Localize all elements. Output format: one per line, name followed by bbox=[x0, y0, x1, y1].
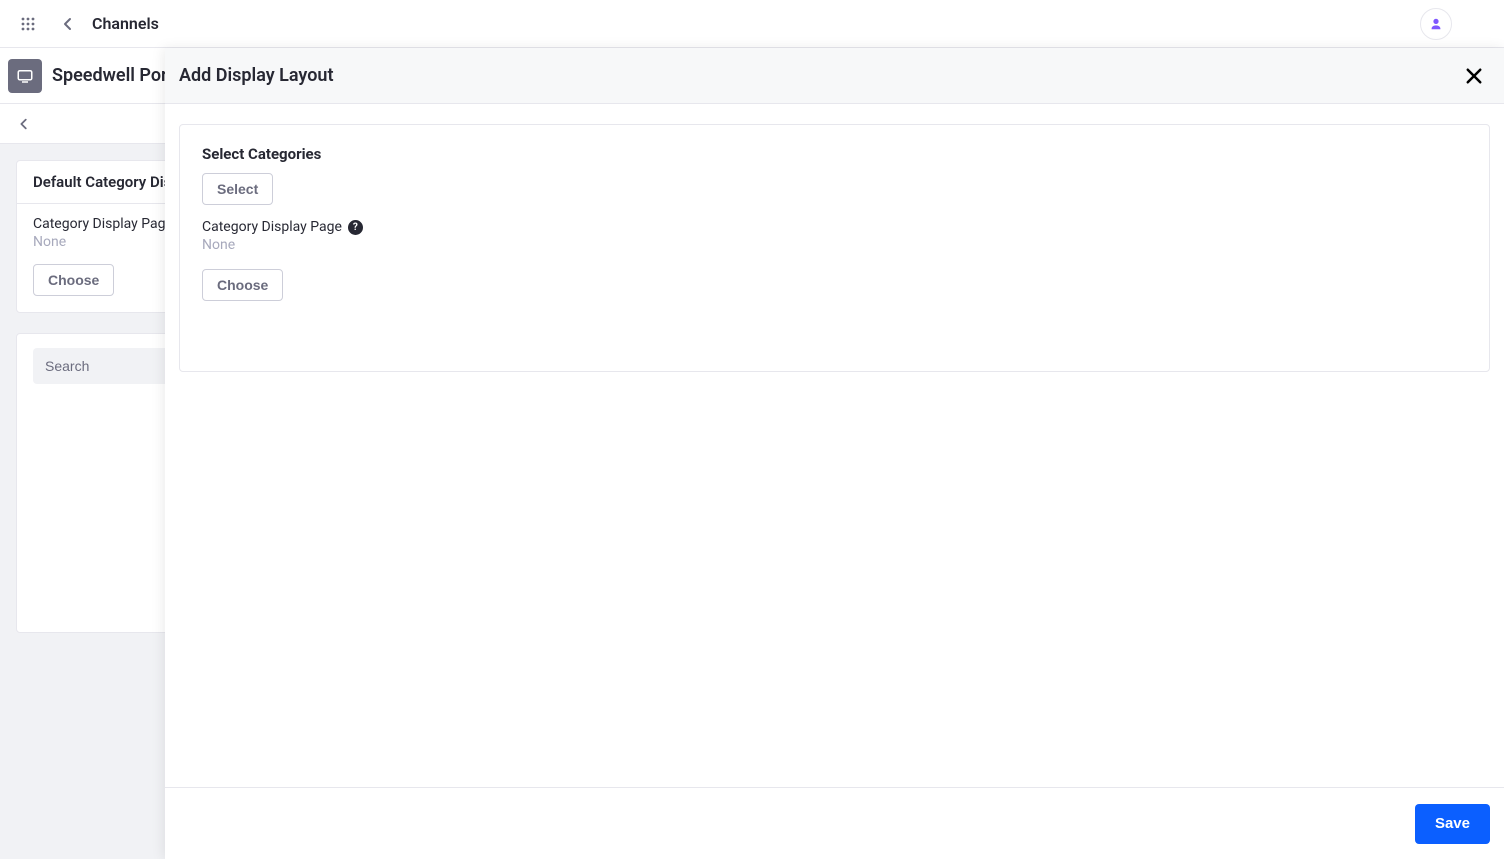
choose-button[interactable]: Choose bbox=[33, 264, 114, 296]
site-title: Speedwell Por bbox=[52, 65, 168, 86]
section-heading: Select Categories bbox=[202, 145, 1467, 163]
channel-icon bbox=[8, 59, 42, 93]
select-categories-section: Select Categories Select Category Displa… bbox=[179, 124, 1490, 372]
field-label-text: Category Display Page bbox=[202, 219, 342, 235]
panel-title: Add Display Layout bbox=[179, 65, 334, 86]
save-button[interactable]: Save bbox=[1415, 804, 1490, 844]
user-avatar[interactable] bbox=[1420, 8, 1452, 40]
panel-header: Add Display Layout bbox=[165, 48, 1504, 104]
category-display-page-label: Category Display Page ? bbox=[202, 219, 1467, 235]
panel-footer: Save bbox=[165, 787, 1504, 859]
category-display-page-value: None bbox=[202, 237, 1467, 253]
app-menu-icon[interactable] bbox=[12, 8, 44, 40]
topbar: Channels bbox=[0, 0, 1504, 48]
back-icon[interactable] bbox=[8, 108, 40, 140]
back-icon[interactable] bbox=[52, 8, 84, 40]
add-display-layout-panel: Add Display Layout Select Categories Sel… bbox=[165, 48, 1504, 859]
close-icon[interactable] bbox=[1458, 60, 1490, 92]
choose-button[interactable]: Choose bbox=[202, 269, 283, 301]
help-icon[interactable]: ? bbox=[348, 220, 363, 235]
page-title: Channels bbox=[92, 14, 159, 33]
select-button[interactable]: Select bbox=[202, 173, 273, 205]
panel-body: Select Categories Select Category Displa… bbox=[165, 104, 1504, 787]
